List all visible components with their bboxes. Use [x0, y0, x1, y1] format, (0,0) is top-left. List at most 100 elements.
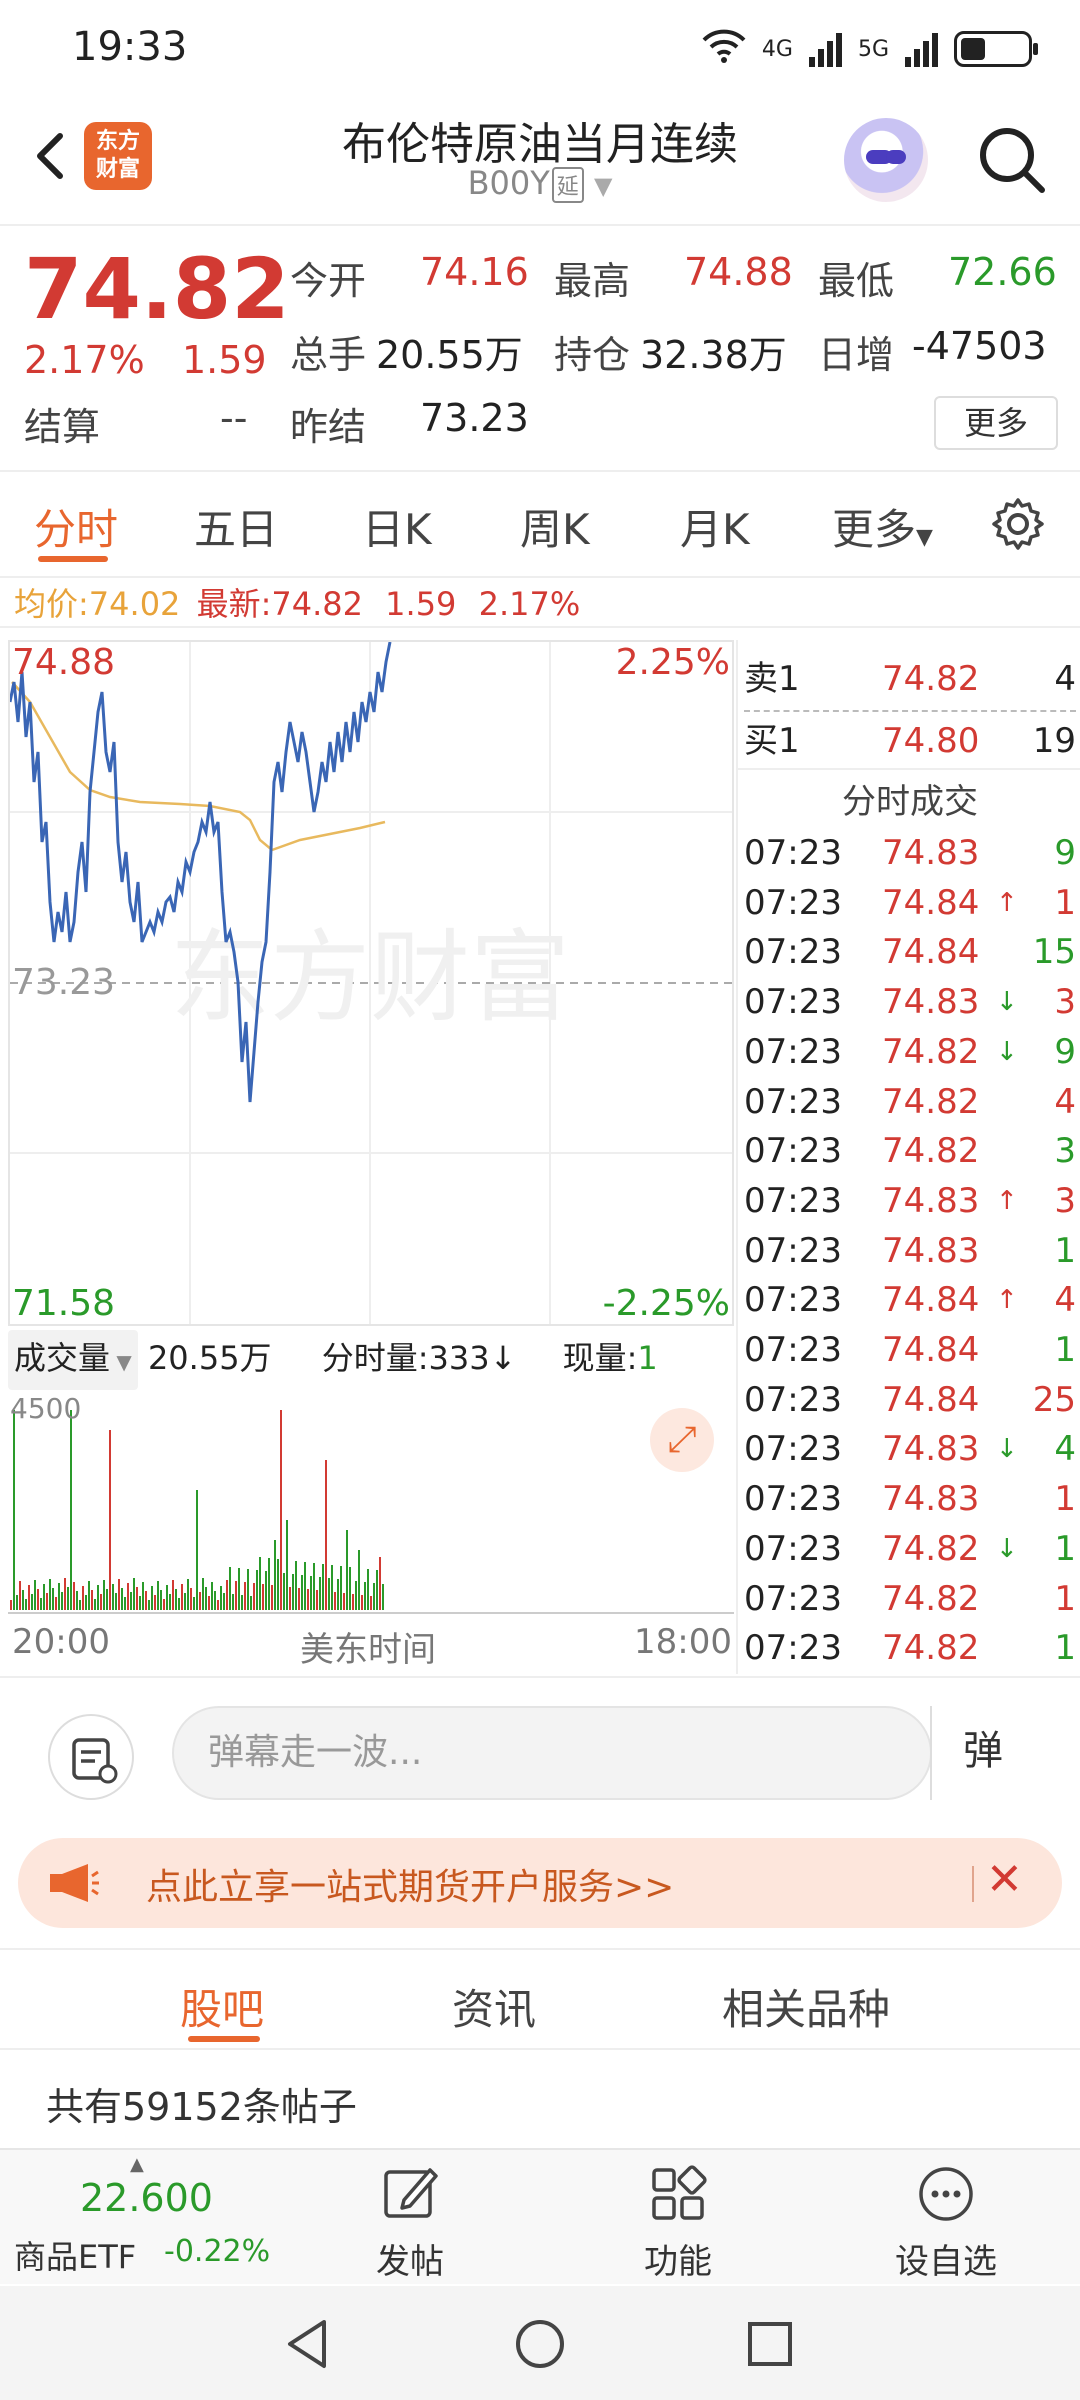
volume-bar [139, 1596, 141, 1610]
tab-news[interactable]: 资讯 [452, 1976, 536, 2037]
trade-volume: 4 [1054, 1280, 1076, 1321]
volume-bar [319, 1577, 321, 1610]
volume-bar [76, 1591, 78, 1610]
trade-time: 07:23 [744, 1230, 842, 1271]
up-arrow-icon: ↑ [996, 887, 1018, 918]
volume-bar [256, 1570, 258, 1610]
volume-bar [184, 1593, 186, 1610]
volume-bar [253, 1583, 255, 1610]
tab-monthly-k[interactable]: 月K [680, 496, 750, 557]
danmu-input[interactable]: 弹幕走一波... [172, 1706, 932, 1800]
volume-selector[interactable]: 成交量 ▼ [8, 1330, 138, 1390]
trade-volume: 15 [1032, 932, 1076, 973]
volume-bar [46, 1593, 48, 1610]
volume-bar [322, 1564, 324, 1610]
volume-bar [109, 1430, 111, 1610]
volume-bar [61, 1592, 63, 1610]
more-button[interactable]: 更多 [934, 396, 1058, 450]
post-button[interactable]: 发帖 [310, 2150, 510, 2286]
settle-value: -- [220, 396, 248, 440]
trade-list[interactable]: 07:23 74.83 9 07:23 74.84 ↑ 1 07:23 74.84 15 07:23… [738, 828, 1080, 1674]
volume-bar [232, 1594, 234, 1610]
tab-related[interactable]: 相关品种 [722, 1976, 890, 2037]
volume-bar [70, 1410, 72, 1610]
caret-down-icon: ▼ [916, 525, 933, 550]
volume-chart[interactable]: 4500 [8, 1388, 734, 1614]
volume-bar [235, 1581, 237, 1610]
etf-name: 商品ETF [14, 2238, 137, 2276]
trade-row: 07:23 74.82 1 [744, 1623, 1076, 1673]
tab-intraday[interactable]: 分时 [34, 496, 118, 557]
volume-bar [145, 1591, 147, 1610]
info-change: 1.59 [385, 585, 457, 623]
trade-time: 07:23 [744, 1528, 842, 1569]
volume-bar [127, 1583, 129, 1610]
last-price: 74.82 [24, 240, 290, 338]
tab-more[interactable]: 更多▼ [832, 496, 933, 557]
volume-bar [199, 1592, 201, 1610]
volume-bar [52, 1588, 54, 1610]
promo-banner[interactable]: 点此立享一站式期货开户服务>> ✕ [18, 1838, 1062, 1928]
add-watchlist-button[interactable]: 设自选 [846, 2150, 1046, 2286]
back-triangle-icon[interactable] [280, 2316, 336, 2376]
status-time: 19:33 [72, 24, 188, 70]
home-circle-icon[interactable] [512, 2316, 568, 2376]
volume-bar [220, 1586, 222, 1610]
gear-icon[interactable] [990, 496, 1046, 552]
trade-row: 07:23 74.82 1 [744, 1574, 1076, 1624]
expand-icon[interactable]: ⤢ [650, 1408, 714, 1472]
tab-five-day[interactable]: 五日 [194, 496, 278, 557]
recents-square-icon[interactable] [742, 2316, 798, 2376]
tab-weekly-k[interactable]: 周K [520, 496, 590, 557]
volume-bar [100, 1594, 102, 1610]
trade-row: 07:23 74.84 ↑ 4 [744, 1275, 1076, 1325]
prev-settle-label: 昨结 [290, 405, 367, 449]
caret-down-icon: ▼ [110, 1350, 132, 1374]
chart-min-label: 71.58 [12, 1283, 116, 1324]
volume-bar [166, 1585, 168, 1610]
volume-bar [223, 1593, 225, 1610]
high-value: 74.88 [684, 250, 793, 294]
volume-bar [103, 1580, 105, 1610]
search-icon[interactable] [974, 122, 1050, 198]
change-percent: 2.17% [24, 338, 145, 382]
edit-icon [380, 2164, 440, 2228]
price-info-line: 均价:74.02 最新:74.82 1.59 2.17% [0, 580, 1080, 628]
volume-bar [25, 1599, 27, 1610]
volume-bar [334, 1592, 336, 1610]
avg-label: 均价: [14, 585, 89, 623]
grid-icon [648, 2164, 708, 2228]
signal-icon [808, 31, 842, 67]
down-arrow-icon: ↓ [996, 1533, 1018, 1564]
settle-label: 结算 [24, 405, 101, 449]
close-icon[interactable]: ✕ [986, 1854, 1023, 1905]
trade-price: 74.83 [882, 1429, 980, 1470]
functions-button[interactable]: 功能 [578, 2150, 778, 2286]
volume-bar [307, 1589, 309, 1610]
chart-ref-label: 73.23 [12, 962, 116, 1003]
volume-bar [133, 1578, 135, 1610]
volume-bar [178, 1598, 180, 1610]
tab-guba[interactable]: 股吧 [180, 1976, 264, 2037]
wifi-icon [702, 28, 746, 70]
trade-time: 07:23 [744, 1131, 842, 1172]
more-dots-icon [916, 2164, 976, 2228]
tab-daily-k[interactable]: 日K [362, 496, 432, 557]
volume-bar [280, 1410, 282, 1610]
etf-ticker[interactable]: ▲ 22.600 商品ETF -0.22% [0, 2150, 280, 2286]
volume-bar [175, 1589, 177, 1610]
danmu-toggle-button[interactable]: 弹 [930, 1706, 1034, 1800]
assistant-robot-icon[interactable] [844, 118, 928, 202]
volume-bar [229, 1567, 231, 1610]
volume-bar [268, 1558, 270, 1610]
danmu-settings-icon[interactable] [48, 1714, 134, 1800]
volume-bar [214, 1591, 216, 1610]
open-interest-value: 32.38万 [640, 333, 787, 377]
battery-icon [954, 31, 1038, 67]
volume-bar [349, 1567, 351, 1610]
intraday-chart[interactable]: 东方财富 74.88 2.25% 73.23 71.58 -2.25% [8, 640, 734, 1326]
order-book-panel: 卖1 74.82 4 买1 74.80 19 分时成交 07:23 74.83 9 0… [736, 640, 1080, 1674]
delay-tag: 延 [551, 167, 584, 203]
volume-bar [292, 1574, 294, 1610]
volume-total: 20.55万 [147, 1339, 272, 1377]
